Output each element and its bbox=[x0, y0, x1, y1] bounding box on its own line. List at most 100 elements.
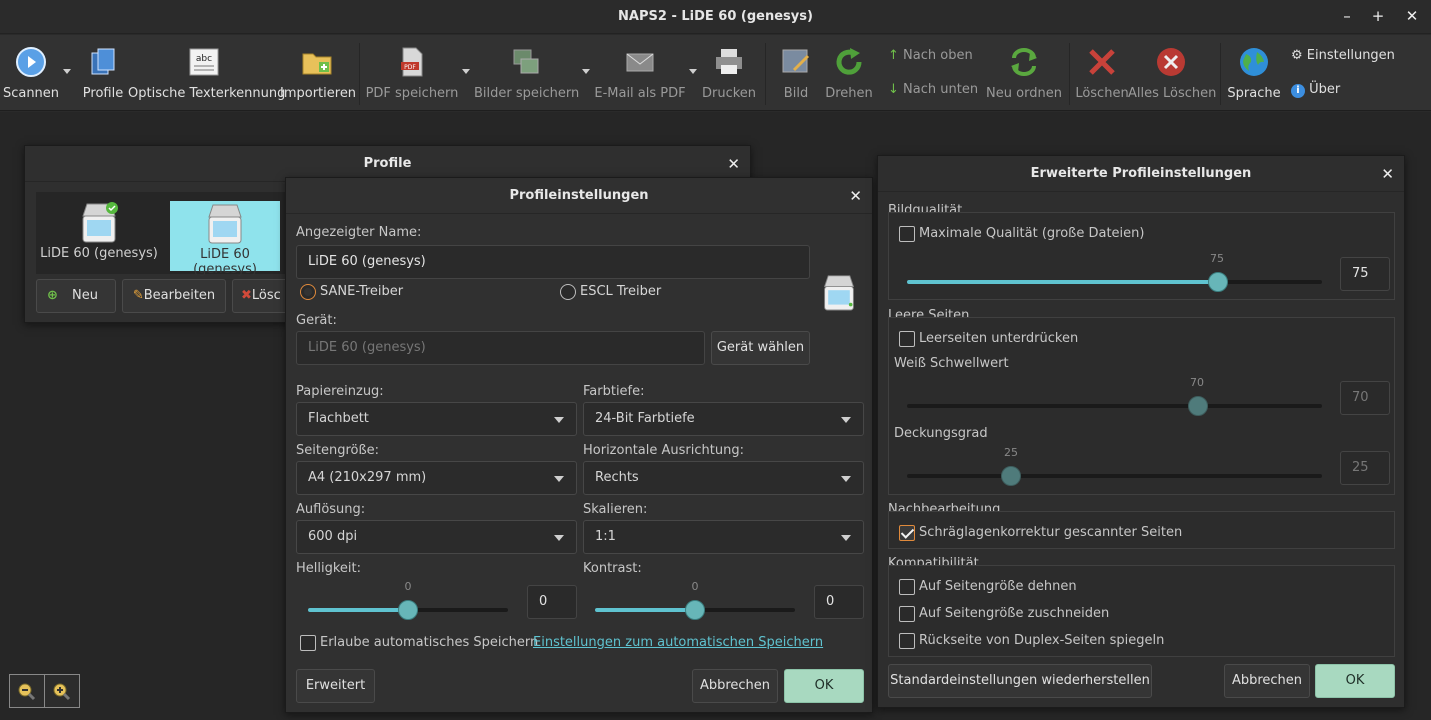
ocr-button[interactable]: abc Optische Texterkennung bbox=[128, 35, 286, 111]
image-button[interactable]: Bild bbox=[774, 35, 818, 111]
chevron-down-icon bbox=[554, 417, 564, 423]
device-input: LiDE 60 (genesys) bbox=[296, 331, 705, 365]
choose-device-button[interactable]: Gerät wählen bbox=[711, 331, 810, 365]
contrast-slider-handle[interactable] bbox=[685, 600, 705, 620]
plus-icon: ⊕ bbox=[47, 288, 58, 303]
move-down-button[interactable]: ↓ Nach unten bbox=[888, 82, 978, 97]
new-profile-label: Neu bbox=[72, 288, 99, 303]
image-label: Bild bbox=[783, 86, 809, 101]
quality-input[interactable]: 75 bbox=[1340, 257, 1390, 291]
scanner-icon bbox=[823, 275, 855, 311]
delete-all-icon bbox=[1157, 48, 1185, 76]
save-images-button[interactable]: Bilder speichern bbox=[474, 35, 579, 111]
ok-button[interactable]: OK bbox=[784, 669, 864, 703]
device-label: Gerät: bbox=[296, 313, 337, 328]
email-pdf-button[interactable]: E-Mail als PDF bbox=[592, 35, 688, 111]
profile-item[interactable]: LiDE 60 (genesys) bbox=[36, 196, 162, 268]
new-profile-button[interactable]: ⊕ Neu bbox=[36, 279, 116, 313]
close-window-button[interactable]: ✕ bbox=[1404, 8, 1420, 24]
flip-duplex-checkbox[interactable] bbox=[899, 633, 915, 649]
brightness-slider-fill bbox=[308, 608, 408, 612]
resolution-select[interactable]: 600 dpi bbox=[296, 520, 577, 554]
language-button[interactable]: Sprache bbox=[1226, 35, 1282, 111]
images-icon bbox=[513, 49, 539, 74]
white-slider-handle[interactable] bbox=[1187, 396, 1208, 416]
advanced-button[interactable]: Erweitert bbox=[296, 669, 375, 703]
zoom-in-button[interactable] bbox=[45, 675, 80, 707]
coverage-tick-label: 25 bbox=[1004, 446, 1018, 459]
h-align-value: Rechts bbox=[595, 470, 639, 485]
page-size-select[interactable]: A4 (210x297 mm) bbox=[296, 461, 577, 495]
email-dropdown-icon[interactable] bbox=[689, 69, 697, 74]
info-icon: i bbox=[1291, 84, 1305, 98]
about-button[interactable]: i Über bbox=[1291, 82, 1340, 98]
brightness-input[interactable]: 0 bbox=[527, 585, 577, 619]
advanced-close-icon[interactable]: ✕ bbox=[1381, 156, 1394, 192]
escl-driver-label: ESCL Treiber bbox=[580, 284, 662, 299]
sane-driver-radio[interactable] bbox=[300, 284, 316, 300]
print-label: Drucken bbox=[701, 86, 757, 101]
exclude-blank-checkbox[interactable] bbox=[899, 331, 915, 347]
scale-label: Skalieren: bbox=[583, 502, 648, 517]
paper-source-select[interactable]: Flachbett bbox=[296, 402, 577, 436]
max-quality-checkbox[interactable] bbox=[899, 226, 915, 242]
contrast-input[interactable]: 0 bbox=[814, 585, 864, 619]
display-name-input[interactable]: LiDE 60 (genesys) bbox=[296, 245, 810, 279]
profiles-button[interactable]: Profile bbox=[80, 35, 126, 111]
crop-checkbox[interactable] bbox=[899, 606, 915, 622]
deskew-checkbox[interactable] bbox=[899, 525, 915, 541]
quality-tick-label: 75 bbox=[1210, 252, 1224, 265]
ocr-icon: abc bbox=[189, 48, 219, 76]
move-down-label: Nach unten bbox=[903, 82, 979, 97]
coverage-slider-handle[interactable] bbox=[1000, 466, 1021, 486]
rotate-button[interactable]: Drehen bbox=[822, 35, 876, 111]
scale-select[interactable]: 1:1 bbox=[583, 520, 864, 554]
move-up-button[interactable]: ↑ Nach oben bbox=[888, 48, 973, 63]
autosave-checkbox[interactable] bbox=[300, 635, 316, 651]
save-images-dropdown-icon[interactable] bbox=[582, 69, 590, 74]
import-label: Importieren bbox=[280, 86, 357, 101]
delete-all-button[interactable]: Alles Löschen bbox=[1128, 35, 1216, 111]
profile-settings-close-icon[interactable]: ✕ bbox=[849, 178, 862, 214]
settings-label: Einstellungen bbox=[1306, 48, 1395, 63]
bit-depth-label: Farbtiefe: bbox=[583, 384, 645, 399]
autosave-settings-link[interactable]: Einstellungen zum automatischen Speicher… bbox=[533, 635, 823, 650]
profiles-icon bbox=[91, 48, 115, 75]
advanced-cancel-button[interactable]: Abbrechen bbox=[1224, 664, 1310, 698]
print-button[interactable]: Drucken bbox=[700, 35, 758, 111]
save-pdf-button[interactable]: PDF PDF speichern bbox=[364, 35, 460, 111]
restore-defaults-button[interactable]: Standardeinstellungen wiederherstellen bbox=[888, 664, 1152, 698]
reorder-button[interactable]: Neu ordnen bbox=[984, 35, 1064, 111]
cancel-button[interactable]: Abbrechen bbox=[692, 669, 778, 703]
delete-button[interactable]: Löschen bbox=[1074, 35, 1130, 111]
maximize-button[interactable]: + bbox=[1370, 8, 1386, 24]
profile-item-selected[interactable]: LiDE 60 (genesys) bbox=[170, 201, 280, 277]
minimize-button[interactable]: – bbox=[1339, 8, 1355, 24]
white-threshold-slider[interactable] bbox=[907, 404, 1322, 408]
stretch-checkbox[interactable] bbox=[899, 579, 915, 595]
chevron-down-icon bbox=[841, 476, 851, 482]
h-align-select[interactable]: Rechts bbox=[583, 461, 864, 495]
zoom-out-icon bbox=[18, 683, 36, 701]
scan-dropdown-icon[interactable] bbox=[63, 69, 71, 74]
brightness-slider-handle[interactable] bbox=[398, 600, 418, 620]
save-pdf-dropdown-icon[interactable] bbox=[462, 69, 470, 74]
import-button[interactable]: Importieren bbox=[280, 35, 357, 111]
edit-profile-button[interactable]: ✎Bearbeiten bbox=[122, 279, 226, 313]
zoom-out-button[interactable] bbox=[10, 675, 45, 707]
settings-button[interactable]: ⚙ Einstellungen bbox=[1291, 48, 1395, 63]
scan-button[interactable]: Scannen bbox=[0, 35, 62, 111]
delete-profile-label: Lösc bbox=[251, 288, 281, 303]
ocr-label: Optische Texterkennung bbox=[128, 86, 286, 101]
coverage-slider[interactable] bbox=[907, 474, 1322, 478]
coverage-input: 25 bbox=[1340, 451, 1390, 485]
sane-driver-label: SANE-Treiber bbox=[320, 284, 404, 299]
advanced-ok-button[interactable]: OK bbox=[1315, 664, 1395, 698]
crop-label: Auf Seitengröße zuschneiden bbox=[919, 606, 1110, 621]
profile-item-label: LiDE 60 (genesys) bbox=[40, 246, 158, 261]
arrow-up-icon: ↑ bbox=[888, 48, 899, 63]
bit-depth-select[interactable]: 24-Bit Farbtiefe bbox=[583, 402, 864, 436]
escl-driver-radio[interactable] bbox=[560, 284, 576, 300]
delete-x-icon bbox=[1089, 49, 1115, 75]
delete-profile-button[interactable]: ✖Lösc bbox=[232, 279, 292, 313]
